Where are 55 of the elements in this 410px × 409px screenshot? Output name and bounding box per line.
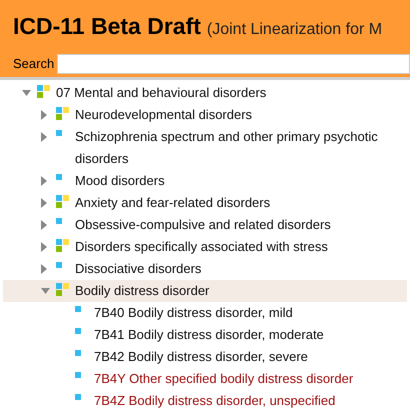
tree-item-label: 7B40 Bodily distress disorder, mild [94,304,293,322]
tree-item-label: 7B42 Bodily distress disorder, severe [94,348,308,366]
tree-item[interactable]: Mood disorders [3,170,407,192]
search-field[interactable] [57,54,410,74]
tree-item-label: Obsessive-compulsive and related disorders [75,216,331,234]
expand-arrow-icon[interactable] [41,176,47,186]
tree-item[interactable]: Dissociative disorders [3,258,407,280]
tree-item-label: Dissociative disorders [75,260,202,278]
tree-item[interactable]: 07 Mental and behavioural disorders [3,82,407,104]
expand-arrow-icon[interactable] [41,110,47,120]
grid-icon [37,85,50,98]
tree-item[interactable]: Obsessive-compulsive and related disorders [3,214,407,236]
tree-item-label: Bodily distress disorder [75,282,210,300]
grid-icon [56,283,69,296]
square-icon [75,394,81,400]
tree-item[interactable]: Disorders specifically associated with stress [3,236,407,258]
square-icon [56,174,62,180]
tree-item-label: 07 Mental and behavioural disorders [56,84,266,102]
square-icon [56,130,62,136]
tree-item-label: Anxiety and fear-related disorders [75,194,270,212]
expand-arrow-icon[interactable] [41,220,47,230]
tree-item-label: Schizophrenia spectrum and other primary psychotic disorders [75,128,379,168]
tree-item-label: Neurodevelopmental disorders [75,106,252,124]
square-icon [56,262,62,268]
grid-icon [56,195,69,208]
square-icon [75,306,81,312]
page-subtitle: (Joint Linearization for M [206,20,382,40]
square-icon [56,218,62,224]
collapse-arrow-icon[interactable] [22,90,31,96]
tree-item-label: 7B41 Bodily distress disorder, moderate [94,326,324,344]
tree-item-label: Mood disorders [75,172,165,190]
expand-arrow-icon[interactable] [41,198,47,208]
grid-icon [56,239,69,252]
page-title: ICD-11 Beta Draft [13,12,201,41]
expand-arrow-icon[interactable] [41,264,47,274]
tree-item[interactable]: 7B4Y Other specified bodily distress disorder [3,368,407,390]
tree-item[interactable]: Schizophrenia spectrum and other primary psychotic disorders [3,126,407,170]
tree-item[interactable]: Anxiety and fear-related disorders [3,192,407,214]
tree-item[interactable]: 7B4Z Bodily distress disorder, unspecified [3,390,407,409]
tree-item[interactable]: 7B42 Bodily distress disorder, severe [3,346,407,368]
search-label: Search [13,54,54,73]
tree-item[interactable]: 7B40 Bodily distress disorder, mild [3,302,407,324]
grid-icon [56,107,69,120]
tree-item[interactable]: Bodily distress disorder [3,280,407,302]
square-icon [75,372,81,378]
square-icon [75,350,81,356]
expand-arrow-icon[interactable] [41,132,47,142]
square-icon [75,328,81,334]
tree-item-label: 7B4Z Bodily distress disorder, unspecified [94,392,336,409]
tree-item[interactable]: 7B41 Bodily distress disorder, moderate [3,324,407,346]
tree-item-label: Disorders specifically associated with stress [75,238,328,256]
tree-item[interactable]: Neurodevelopmental disorders [3,104,407,126]
tree-item-label: 7B4Y Other specified bodily distress disorder [94,370,354,388]
collapse-arrow-icon[interactable] [41,288,50,294]
expand-arrow-icon[interactable] [41,242,47,252]
